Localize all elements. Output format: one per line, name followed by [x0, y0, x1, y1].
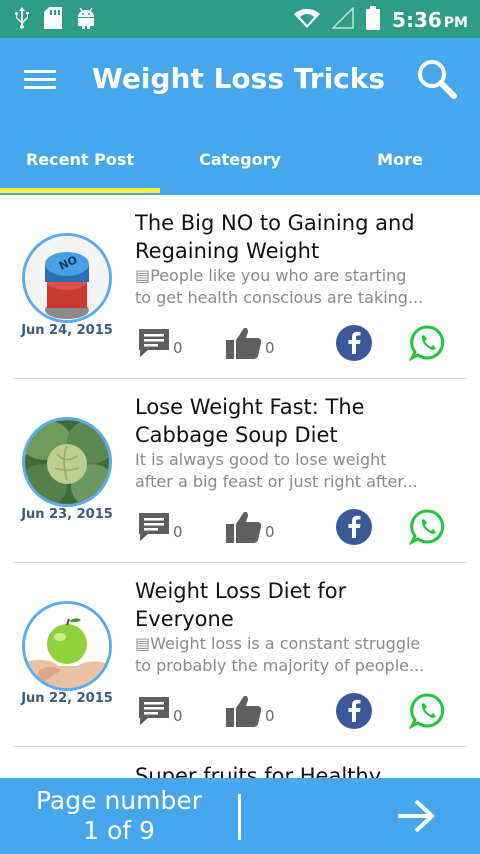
- facebook-icon: [336, 509, 372, 545]
- post-list[interactable]: NO Jun 24, 2015 The Big NO to Gaining an…: [0, 195, 480, 778]
- active-tab-indicator: [0, 188, 160, 193]
- android-icon: [76, 7, 96, 33]
- whatsapp-share-button[interactable]: [409, 509, 447, 546]
- post-title[interactable]: The Big NO to Gaining and Regaining Weig…: [135, 209, 470, 265]
- wifi-icon: [294, 8, 321, 32]
- whatsapp-share-button[interactable]: [409, 325, 447, 362]
- post-excerpt: It is always good to lose weight after a…: [135, 450, 418, 491]
- search-button[interactable]: [416, 58, 458, 100]
- post-actions: 0 0: [135, 693, 465, 730]
- comment-count: 0: [173, 523, 183, 541]
- post-card[interactable]: Jun 22, 2015 Weight Loss Diet for Everyo…: [0, 563, 480, 747]
- like-button[interactable]: 0: [225, 325, 275, 361]
- facebook-icon: [336, 693, 372, 729]
- like-count: 0: [265, 339, 275, 357]
- comment-button[interactable]: 0: [137, 509, 183, 545]
- status-time: 5:36 PM: [392, 8, 468, 32]
- pagination-bar: Page number 1 of 9: [0, 778, 480, 854]
- facebook-icon: [336, 325, 372, 361]
- post-actions: 0 0: [135, 509, 465, 546]
- like-count: 0: [265, 707, 275, 725]
- like-count: 0: [265, 523, 275, 541]
- whatsapp-icon: [409, 325, 445, 362]
- sd-card-icon: [44, 7, 62, 33]
- tab-recent-post[interactable]: Recent Post: [0, 133, 160, 193]
- whatsapp-share-button[interactable]: [409, 693, 447, 730]
- post-thumbnail: [22, 601, 112, 691]
- post-date: Jun 23, 2015: [21, 507, 113, 522]
- comment-count: 0: [173, 339, 183, 357]
- post-card[interactable]: Jun 23, 2015 Lose Weight Fast: The Cabba…: [0, 379, 480, 563]
- post-card[interactable]: NO Jun 24, 2015 The Big NO to Gaining an…: [0, 195, 480, 379]
- post-excerpt: ▤Weight loss is a constant struggle to p…: [135, 634, 425, 675]
- facebook-share-button[interactable]: [335, 693, 373, 729]
- comment-icon: [139, 697, 169, 725]
- post-date: Jun 22, 2015: [21, 691, 113, 706]
- post-thumbnail: [22, 417, 112, 507]
- post-title[interactable]: Super fruits for Healthy: [135, 764, 465, 778]
- whatsapp-icon: [409, 509, 445, 546]
- post-date: Jun 24, 2015: [21, 323, 113, 338]
- thumbs-up-icon: [226, 695, 262, 727]
- post-actions: 0 0: [135, 325, 465, 362]
- tab-category[interactable]: Category: [160, 133, 320, 193]
- thumbs-up-icon: [226, 511, 262, 543]
- app-bar: Weight Loss Tricks Recent Post Category …: [0, 38, 480, 195]
- facebook-share-button[interactable]: [335, 509, 373, 545]
- signal-icon: [331, 6, 354, 33]
- hamburger-menu-icon: [24, 70, 56, 73]
- comment-button[interactable]: 0: [137, 325, 183, 361]
- comment-icon: [139, 329, 169, 357]
- menu-button[interactable]: [24, 66, 60, 94]
- arrow-right-icon: [398, 799, 435, 833]
- whatsapp-icon: [409, 693, 445, 730]
- status-bar: 5:36 PM: [0, 0, 480, 38]
- divider: [238, 794, 241, 840]
- page-indicator: Page number 1 of 9: [24, 786, 214, 846]
- like-button[interactable]: 0: [225, 693, 275, 729]
- usb-icon: [14, 7, 30, 33]
- tab-bar: Recent Post Category More: [0, 133, 480, 193]
- search-icon: [418, 60, 457, 99]
- page-label: Page number: [35, 786, 203, 815]
- post-thumbnail: NO: [22, 233, 112, 323]
- comment-icon: [139, 513, 169, 541]
- page-value: 1 of 9: [83, 816, 155, 845]
- battery-icon: [366, 6, 381, 34]
- comment-count: 0: [173, 707, 183, 725]
- thumbs-up-icon: [226, 327, 262, 359]
- like-button[interactable]: 0: [225, 509, 275, 545]
- post-excerpt: ▤People like you who are starting to get…: [135, 266, 424, 307]
- next-page-button[interactable]: [396, 798, 436, 834]
- facebook-share-button[interactable]: [335, 325, 373, 361]
- tab-more[interactable]: More: [320, 133, 480, 193]
- app-title: Weight Loss Tricks: [92, 62, 386, 95]
- comment-button[interactable]: 0: [137, 693, 183, 729]
- post-title[interactable]: Weight Loss Diet for Everyone: [135, 577, 470, 633]
- post-title[interactable]: Lose Weight Fast: The Cabbage Soup Diet: [135, 393, 470, 449]
- divider: [14, 746, 466, 747]
